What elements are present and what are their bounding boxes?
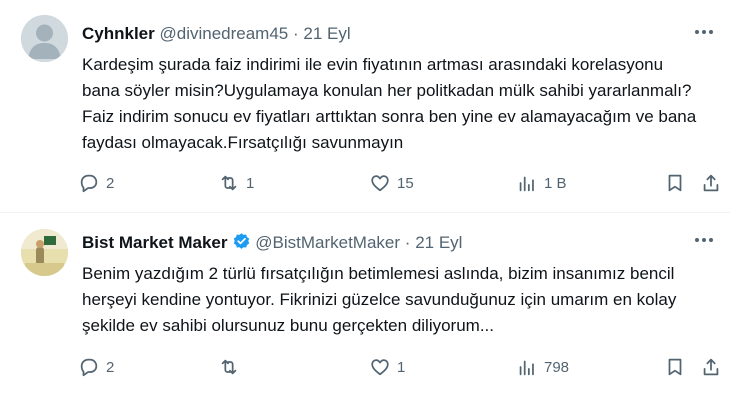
default-avatar-icon [21, 15, 68, 62]
tweet-text: Benim yazdığım 2 türlü fırsatçılığın bet… [82, 264, 677, 335]
reply-count: 2 [106, 358, 115, 376]
tweet-text: Kardeşim şurada faiz indirimi ile evin f… [82, 55, 697, 152]
bookmark-button[interactable] [664, 168, 686, 198]
reply-icon [80, 358, 98, 377]
views-icon [519, 360, 534, 376]
tweet[interactable]: Cyhnkler @divinedream45 · 21 Eyl Kardeşi… [0, 0, 730, 213]
author-name[interactable]: Cyhnkler [82, 24, 155, 43]
retweet-button[interactable]: 1 [218, 168, 254, 198]
author-handle[interactable]: @divinedream45 [159, 24, 288, 43]
tweet[interactable]: Bist Market Maker @BistMarketMaker · 21 … [0, 213, 730, 420]
retweet-count: 1 [246, 174, 255, 192]
reply-button[interactable]: 2 [78, 352, 114, 382]
views-icon [519, 176, 534, 192]
like-button[interactable]: 15 [369, 168, 414, 198]
views-button[interactable]: 798 [516, 352, 569, 382]
reply-icon [80, 174, 98, 193]
tweet-date[interactable]: 21 Eyl [303, 24, 350, 43]
like-button[interactable]: 1 [369, 352, 405, 382]
like-count: 1 [397, 358, 406, 376]
author-handle[interactable]: @BistMarketMaker [255, 233, 400, 252]
more-icon[interactable] [694, 24, 714, 35]
separator: · [293, 24, 299, 43]
like-icon [371, 175, 389, 192]
tweet-header: Bist Market Maker @BistMarketMaker · 21 … [82, 232, 462, 256]
verified-badge-icon [232, 232, 251, 256]
retweet-icon [221, 175, 237, 191]
avatar[interactable] [21, 15, 68, 62]
share-icon [703, 358, 719, 376]
reply-button[interactable]: 2 [78, 168, 114, 198]
views-count: 1 B [544, 174, 567, 192]
retweet-icon [221, 359, 237, 375]
tweet-date[interactable]: 21 Eyl [415, 233, 462, 252]
action-bar: 2 1 15 1 B [72, 168, 722, 198]
tweet-header: Cyhnkler @divinedream45 · 21 Eyl [82, 24, 351, 44]
share-button[interactable] [700, 352, 722, 382]
views-button[interactable]: 1 B [516, 168, 567, 198]
share-icon [703, 174, 719, 192]
like-count: 15 [397, 174, 414, 192]
reply-count: 2 [106, 174, 115, 192]
views-count: 798 [544, 358, 570, 376]
share-button[interactable] [700, 168, 722, 198]
avatar[interactable] [21, 229, 68, 276]
bookmark-button[interactable] [664, 352, 686, 382]
more-icon[interactable] [694, 232, 714, 243]
action-bar: 2 1 798 [72, 352, 722, 382]
retweet-button[interactable] [218, 352, 246, 382]
bookmark-icon [668, 358, 682, 376]
like-icon [371, 359, 389, 376]
separator: · [404, 233, 411, 252]
bookmark-icon [668, 174, 682, 192]
profile-picture [21, 229, 68, 276]
author-name[interactable]: Bist Market Maker [82, 233, 228, 252]
